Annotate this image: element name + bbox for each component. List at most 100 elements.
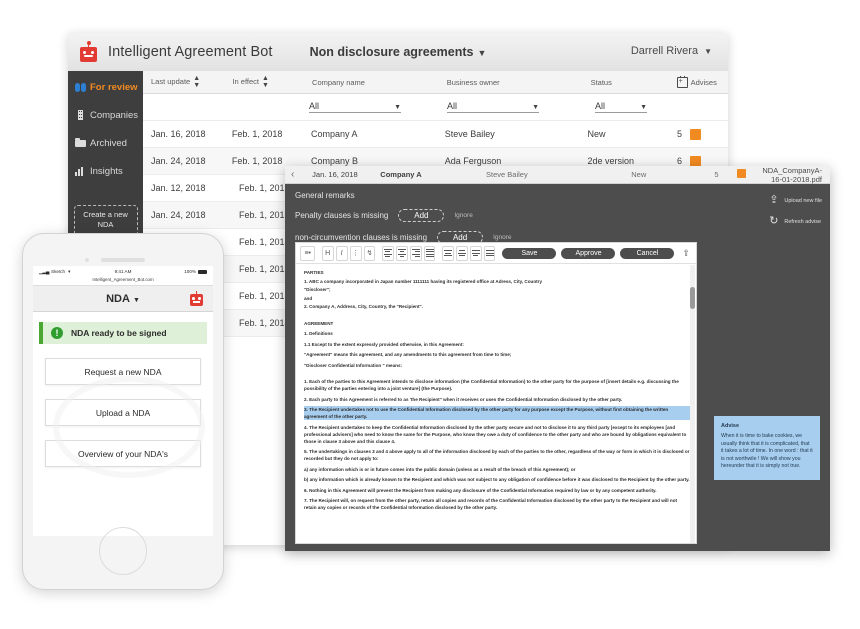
sidebar-item-insights[interactable]: Insights bbox=[68, 159, 143, 183]
align-right-icon[interactable] bbox=[409, 245, 422, 261]
chevron-down-icon: ▼ bbox=[532, 104, 539, 111]
sidebar-item-label: Insights bbox=[90, 165, 123, 177]
ignore-link[interactable]: Ignore bbox=[454, 212, 472, 219]
title-bar: Intelligent Agreement Bot Non disclosure… bbox=[68, 33, 728, 72]
align-left-icon[interactable] bbox=[381, 245, 394, 261]
column-header-company-name[interactable]: Company name bbox=[304, 78, 439, 87]
scrollbar-thumb[interactable] bbox=[690, 287, 695, 309]
advise-status-chip bbox=[737, 169, 747, 178]
indent-icon[interactable] bbox=[441, 245, 454, 261]
phone-nav-bar: NDA ▼ bbox=[33, 285, 213, 312]
cell-last-update: Jan. 24, 2018 bbox=[151, 210, 206, 220]
approve-button[interactable]: Approve bbox=[561, 247, 616, 259]
detail-date: Jan. 16, 2018 bbox=[312, 170, 358, 179]
detail-status: New bbox=[631, 170, 647, 179]
column-header-last-update[interactable]: Last update ▲ ▼ bbox=[143, 75, 224, 89]
robot-icon[interactable] bbox=[190, 291, 203, 306]
table-row[interactable]: Jan. 16, 2018 Feb. 1, 2018 Company A Ste… bbox=[143, 121, 728, 148]
document-type-selector[interactable]: Non disclosure agreements ▼ bbox=[268, 45, 528, 59]
document-scrollbar[interactable] bbox=[690, 265, 695, 543]
watermark-decoration bbox=[53, 376, 205, 478]
ignore-link[interactable]: Ignore bbox=[493, 234, 511, 241]
sidebar-item-label: For review bbox=[90, 81, 138, 93]
link-icon[interactable]: ↯ bbox=[363, 245, 376, 261]
nav-title-label: NDA bbox=[106, 292, 130, 305]
sort-icon: ▲ ▼ bbox=[261, 75, 269, 89]
chart-icon bbox=[74, 166, 87, 176]
refresh-advise-button[interactable]: ↻ Refresh advise bbox=[767, 215, 822, 228]
cell-last-update: Jan. 16, 2018 bbox=[151, 129, 206, 139]
user-menu[interactable]: Darrell Rivera ▼ bbox=[631, 45, 712, 57]
add-clause-button[interactable]: Add bbox=[398, 209, 445, 222]
phone-camera-icon bbox=[85, 258, 89, 262]
column-label: Advises bbox=[690, 77, 717, 87]
action-label: Refresh advise bbox=[784, 218, 822, 225]
advise-count: 6 bbox=[676, 156, 682, 166]
phone-screen: ▁▂▄ Sketch ▾ 9:41 AM 100% Intelligent_Ag… bbox=[33, 266, 213, 536]
column-label: Last update bbox=[151, 76, 191, 86]
heading-icon[interactable]: H bbox=[321, 245, 334, 261]
cell-owner: Ada Ferguson bbox=[444, 156, 502, 166]
status-banner-label: NDA ready to be signed bbox=[71, 328, 167, 338]
list-number-icon[interactable] bbox=[483, 245, 496, 261]
doc-paragraph: 1. ABC a company incorporated in Japan n… bbox=[304, 278, 543, 284]
doc-paragraph: 6. Nothing in this Agreement will preven… bbox=[304, 487, 657, 493]
filter-business-owner[interactable]: All ▼ bbox=[447, 101, 539, 113]
column-header-advises[interactable]: Advises bbox=[669, 75, 728, 88]
editor-action-buttons: Save Approve Cancel ⇪ bbox=[497, 247, 692, 259]
cell-status: New bbox=[587, 129, 606, 139]
sidebar-item-for-review[interactable]: For review bbox=[68, 75, 143, 99]
format-icon[interactable]: ≡• bbox=[300, 245, 316, 261]
italic-icon[interactable]: I bbox=[335, 245, 348, 261]
upload-new-file-button[interactable]: ⇪ Upload new file bbox=[767, 194, 822, 207]
chevron-down-icon: ▼ bbox=[394, 104, 401, 111]
cell-company: Company A bbox=[310, 129, 358, 139]
align-justify-icon[interactable] bbox=[423, 245, 436, 261]
list-bullet-icon[interactable] bbox=[469, 245, 482, 261]
doc-paragraph: a) any information which is or in future… bbox=[304, 466, 576, 472]
cancel-button[interactable]: Cancel bbox=[620, 247, 675, 259]
advise-card: Advise When it is time to bake cookies, … bbox=[714, 416, 820, 480]
doc-paragraph: 2. Company A, Address, City, Country, th… bbox=[304, 304, 423, 309]
doc-paragraph: 2. Each party to this Agreement is refer… bbox=[304, 396, 623, 402]
phone-mockup: ▁▂▄ Sketch ▾ 9:41 AM 100% Intelligent_Ag… bbox=[22, 233, 224, 590]
cell-owner: Steve Bailey bbox=[444, 129, 495, 139]
chevron-down-icon: ▼ bbox=[477, 48, 487, 58]
refresh-icon: ↻ bbox=[769, 215, 779, 227]
align-center-icon[interactable] bbox=[395, 245, 408, 261]
remark-text: Penalty clauses is missing bbox=[295, 211, 389, 220]
filter-value: All bbox=[595, 101, 606, 111]
column-header-status[interactable]: Status bbox=[583, 78, 669, 87]
phone-home-button[interactable] bbox=[99, 527, 147, 575]
back-button[interactable]: ‹ bbox=[285, 169, 304, 180]
sidebar-item-label: Archived bbox=[90, 137, 127, 149]
column-label: In effect bbox=[232, 76, 259, 86]
detail-advise-chip-wrap bbox=[729, 169, 754, 180]
sidebar-item-archived[interactable]: Archived bbox=[68, 131, 143, 155]
column-header-in-effect[interactable]: In effect ▲ ▼ bbox=[224, 75, 304, 89]
binoculars-icon bbox=[74, 82, 87, 92]
document-page[interactable]: PARTIES 1. ABC a company incorporated in… bbox=[296, 263, 698, 549]
doc-paragraph: and bbox=[304, 295, 313, 301]
upload-icon: ⇪ bbox=[769, 194, 779, 206]
export-icon[interactable]: ⇪ bbox=[682, 248, 690, 259]
sort-icon: ▲ ▼ bbox=[193, 75, 201, 89]
advise-status-chip bbox=[689, 155, 701, 167]
detail-file-name: NDA_CompanyA-16-01-2018.pdf bbox=[762, 165, 822, 184]
cell-advises: 6 bbox=[665, 155, 728, 167]
filter-status[interactable]: All ▼ bbox=[595, 101, 647, 113]
advise-count: 5 bbox=[676, 129, 682, 139]
detail-header: ‹ Jan. 16, 2018 Company A Steve Bailey N… bbox=[285, 166, 830, 184]
filter-company-name[interactable]: All ▼ bbox=[309, 101, 401, 113]
doc-paragraph: 1. Definitions bbox=[304, 331, 333, 336]
list-icon[interactable]: ⋮ bbox=[349, 245, 362, 261]
remark-item: Penalty clauses is missing Add Ignore bbox=[295, 209, 830, 222]
outdent-icon[interactable] bbox=[455, 245, 468, 261]
column-header-business-owner[interactable]: Business owner bbox=[439, 78, 583, 87]
phone-nav-title[interactable]: NDA ▼ bbox=[106, 293, 140, 305]
advise-card-title: Advise bbox=[721, 423, 740, 429]
sidebar-item-companies[interactable]: Companies bbox=[68, 103, 143, 127]
filter-value: All bbox=[447, 101, 458, 111]
editor-toolbar: ≡• H I ⋮ ↯ Save Approve Cancel ⇪ bbox=[296, 243, 696, 264]
save-button[interactable]: Save bbox=[502, 247, 557, 259]
